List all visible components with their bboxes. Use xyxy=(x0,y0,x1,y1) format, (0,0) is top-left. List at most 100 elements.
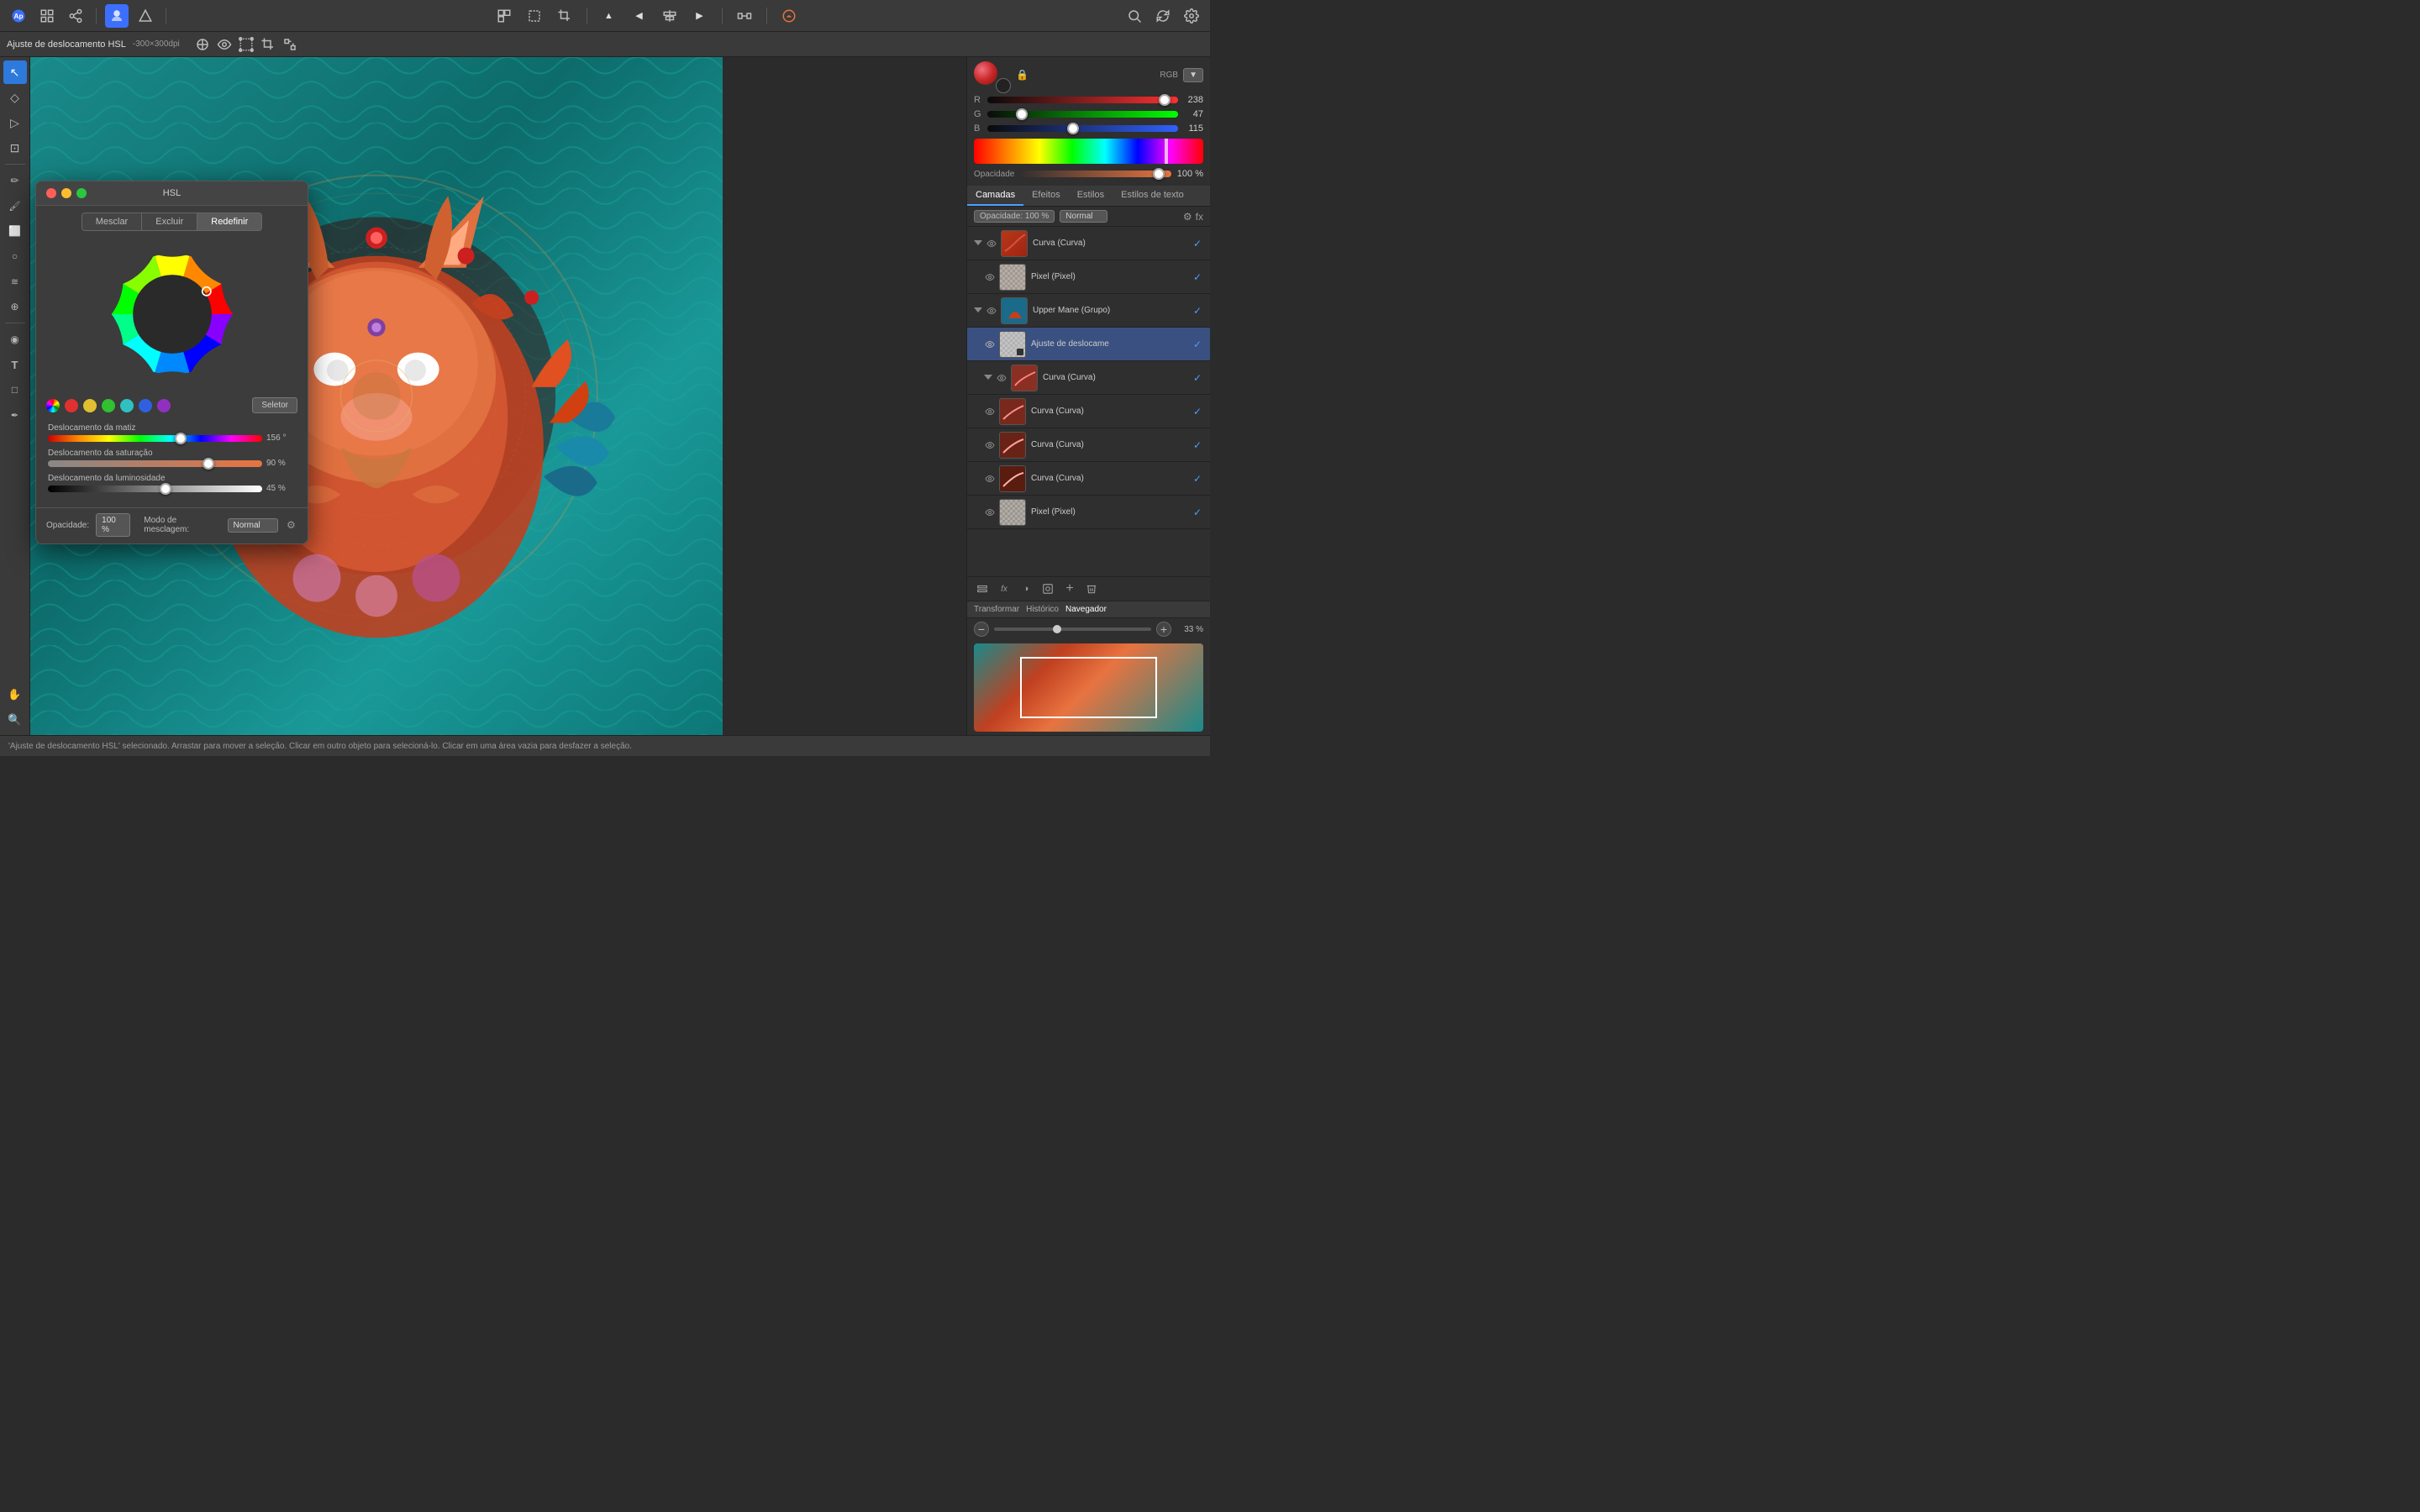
hue-track[interactable] xyxy=(48,435,262,442)
transform-tool-btn[interactable]: ▷ xyxy=(3,111,27,134)
settings-gear-icon[interactable]: ⚙ xyxy=(285,518,297,532)
layer-check[interactable]: ✓ xyxy=(1192,305,1203,317)
preset-blue[interactable] xyxy=(139,399,152,412)
blend-mode-value[interactable]: Normal xyxy=(228,518,278,533)
layer-check[interactable]: ✓ xyxy=(1192,507,1203,518)
hsl-tab-excluir[interactable]: Excluir xyxy=(142,213,197,231)
share-icon[interactable] xyxy=(64,4,87,28)
visibility-icon[interactable] xyxy=(986,305,997,317)
zoom-in-btn[interactable]: + xyxy=(1156,622,1171,637)
layer-item[interactable]: Curva (Curva) ✓ xyxy=(967,428,1210,462)
grid-view-icon[interactable] xyxy=(35,4,59,28)
eraser-tool-btn[interactable]: ⬜ xyxy=(3,219,27,243)
ch-g-thumb[interactable] xyxy=(1016,108,1028,120)
zoom-tool-btn[interactable]: 🔍 xyxy=(3,708,27,732)
settings-icon[interactable] xyxy=(1180,4,1203,28)
layer-check[interactable]: ✓ xyxy=(1192,271,1203,283)
color-spectrum[interactable] xyxy=(974,139,1203,164)
window-maximize-btn[interactable] xyxy=(76,188,87,198)
layer-check[interactable]: ✓ xyxy=(1192,372,1203,384)
layer-check[interactable]: ✓ xyxy=(1192,406,1203,417)
hand-tool-btn[interactable]: ✋ xyxy=(3,683,27,706)
ch-r-slider[interactable] xyxy=(987,97,1178,103)
layer-item[interactable]: Pixel (Pixel) ✓ xyxy=(967,260,1210,294)
layer-item[interactable]: Curva (Curva) ✓ xyxy=(967,227,1210,260)
visibility-icon[interactable] xyxy=(984,507,996,518)
app-logo[interactable]: Ap xyxy=(7,4,30,28)
layer-item-selected[interactable]: Ajuste de deslocame ✓ xyxy=(967,328,1210,361)
layer-item[interactable]: Curva (Curva) ✓ xyxy=(967,395,1210,428)
layer-options-icon[interactable]: ⚙ xyxy=(1183,211,1192,223)
preset-red[interactable] xyxy=(65,399,78,412)
layer-item[interactable]: Pixel (Pixel) ✓ xyxy=(967,496,1210,529)
preset-cyan[interactable] xyxy=(120,399,134,412)
preset-green[interactable] xyxy=(102,399,115,412)
sat-thumb[interactable] xyxy=(203,458,214,470)
text-tool-btn[interactable]: T xyxy=(3,353,27,376)
nav-tab-history[interactable]: Histórico xyxy=(1026,605,1059,614)
view-mode-icon[interactable] xyxy=(193,35,212,54)
layer-check[interactable]: ✓ xyxy=(1192,439,1203,451)
tab-layers[interactable]: Camadas xyxy=(967,186,1023,206)
layer-delete-icon[interactable] xyxy=(1083,580,1100,597)
flip-icon[interactable]: ▶ xyxy=(688,4,712,28)
crop3-icon[interactable] xyxy=(259,35,277,54)
shape-tool-btn[interactable]: □ xyxy=(3,378,27,402)
select-icon[interactable] xyxy=(523,4,546,28)
lum-track[interactable] xyxy=(48,486,262,492)
preset-yellow[interactable] xyxy=(83,399,97,412)
expand-icon[interactable] xyxy=(974,306,984,316)
smudge-tool-btn[interactable]: ≋ xyxy=(3,270,27,293)
window-minimize-btn[interactable] xyxy=(61,188,71,198)
tab-text-styles[interactable]: Estilos de texto xyxy=(1113,186,1192,206)
layers-blend-mode[interactable]: Normal xyxy=(1060,210,1107,223)
zoom-slider[interactable] xyxy=(994,627,1151,631)
window-close-btn[interactable] xyxy=(46,188,56,198)
paint-icon[interactable] xyxy=(777,4,801,28)
select-button[interactable]: Seletor xyxy=(252,397,297,413)
layer-check[interactable]: ✓ xyxy=(1192,238,1203,249)
visibility-icon[interactable] xyxy=(996,372,1007,384)
hsl-tab-redefinir[interactable]: Redefinir xyxy=(197,213,262,231)
designer-persona-icon[interactable] xyxy=(134,4,157,28)
layer-check[interactable]: ✓ xyxy=(1192,339,1203,350)
snap-icon[interactable] xyxy=(281,35,299,54)
layer-effects-icon[interactable]: fx xyxy=(1196,211,1203,223)
visibility-icon[interactable] xyxy=(984,473,996,485)
visibility-icon[interactable] xyxy=(984,439,996,451)
pen-tool-btn[interactable]: ✒ xyxy=(3,403,27,427)
pointer-tool-btn[interactable]: ↖ xyxy=(3,60,27,84)
align-center-icon[interactable]: ◀ xyxy=(628,4,651,28)
layer-adjust-icon[interactable]: ◑ xyxy=(1018,580,1034,597)
distribute-icon[interactable] xyxy=(733,4,756,28)
ch-r-thumb[interactable] xyxy=(1159,94,1171,106)
opacity-thumb[interactable] xyxy=(1153,168,1165,180)
photo-persona-icon[interactable] xyxy=(105,4,129,28)
layer-item[interactable]: Curva (Curva) ✓ xyxy=(967,361,1210,395)
color-wheel[interactable] xyxy=(101,243,244,386)
clone-tool-btn[interactable]: ⊕ xyxy=(3,295,27,318)
nav-tab-transform[interactable]: Transformar xyxy=(974,605,1019,614)
ch-b-slider[interactable] xyxy=(987,125,1178,132)
ch-b-thumb[interactable] xyxy=(1067,123,1079,134)
transform2-icon[interactable] xyxy=(237,35,255,54)
tab-styles[interactable]: Estilos xyxy=(1069,186,1113,206)
visibility-icon[interactable] xyxy=(984,406,996,417)
hsl-tab-mesclar[interactable]: Mesclar xyxy=(82,213,143,231)
node-tool-btn[interactable]: ◇ xyxy=(3,86,27,109)
expand-icon[interactable] xyxy=(984,373,994,383)
zoom-out-btn[interactable]: − xyxy=(974,622,989,637)
layer-check[interactable]: ✓ xyxy=(1192,473,1203,485)
layer-mask-icon[interactable] xyxy=(1039,580,1056,597)
foreground-color[interactable] xyxy=(974,61,997,85)
dodge-tool-btn[interactable]: ○ xyxy=(3,244,27,268)
ch-g-slider[interactable] xyxy=(987,111,1178,118)
layer-add-icon[interactable]: + xyxy=(1061,580,1078,597)
layer-item[interactable]: Curva (Curva) ✓ xyxy=(967,462,1210,496)
sat-track[interactable] xyxy=(48,460,262,467)
visibility-icon[interactable] xyxy=(984,339,996,350)
crop-tool-btn[interactable]: ⊡ xyxy=(3,136,27,160)
background-color[interactable] xyxy=(996,78,1011,93)
opacity-value[interactable]: 100 % xyxy=(96,513,130,537)
preset-violet[interactable] xyxy=(157,399,171,412)
